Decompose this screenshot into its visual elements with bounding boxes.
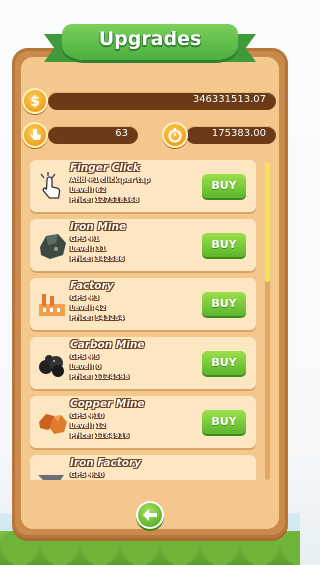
item-level: Level: 0 [70,363,102,371]
title-banner: Upgrades [44,18,256,62]
back-arrow-icon [143,509,157,521]
coal-icon [34,345,70,381]
copper-ore-icon [34,404,70,440]
item-price: Price: 342586 [70,255,125,263]
scrollbar[interactable] [265,162,270,480]
list-item-carbon-mine: Carbon Mine GPS +5 Level: 0 Price: 11245… [30,337,256,389]
dollar-coin-icon: $ [22,88,48,114]
scroll-thumb[interactable] [265,162,270,282]
back-button[interactable] [136,501,164,529]
item-effect: GPS +5 [70,353,100,361]
item-name: Copper Mine [70,398,145,410]
coins-value: 346331513.07 [192,94,266,105]
svg-text:$: $ [30,94,40,109]
list-item-factory: Factory GPS +3 Level: 42 Price: 543254 B… [30,278,256,330]
item-price: Price: 127518368 [70,196,139,204]
buy-button[interactable]: BUY [202,410,246,434]
list-item-finger-click: Finger Click Add +1 click per tap Level:… [30,160,256,212]
item-price: Price: 543254 [70,314,125,322]
list-item-iron-mine: Iron Mine GPS +1 Level: 31 Price: 342586… [30,219,256,271]
item-level: Level: 42 [70,304,106,312]
item-level: Level: 62 [70,186,106,194]
coins-bar: 346331513.07 [48,92,276,110]
hand-click-icon [22,122,48,148]
item-name: Iron Mine [70,221,127,233]
anvil-icon [34,463,70,480]
timer-value: 175383.00 [211,128,266,139]
list-item-copper-mine: Copper Mine GPS +10 Level: 12 Price: 116… [30,396,256,448]
item-effect: Add +1 click per tap [70,176,150,184]
stopwatch-icon [162,122,188,148]
finger-icon [34,168,70,204]
item-name: Iron Factory [70,457,141,469]
item-effect: GPS +1 [70,235,100,243]
item-price: Price: 1164916 [70,432,130,440]
item-effect: GPS +20 [70,471,104,479]
buy-button[interactable]: BUY [202,351,246,375]
clicks-value: 63 [115,128,128,139]
factory-icon [34,286,70,322]
upgrade-list[interactable]: Finger Click Add +1 click per tap Level:… [30,160,256,480]
buy-button[interactable]: BUY [202,292,246,316]
item-level: Level: 31 [70,245,106,253]
iron-ore-icon [34,227,70,263]
item-level: Level: 12 [70,422,106,430]
page-title: Upgrades [98,28,202,50]
item-effect: GPS +3 [70,294,100,302]
buy-button[interactable]: BUY [202,233,246,257]
item-name: Carbon Mine [70,339,145,351]
timer-bar: 175383.00 [186,126,276,144]
list-item-iron-factory: Iron Factory GPS +20 [30,455,256,480]
item-effect: GPS +10 [70,412,104,420]
item-name: Finger Click [70,162,140,174]
item-name: Factory [70,280,114,292]
clicks-bar: 63 [48,126,138,144]
buy-button[interactable]: BUY [202,174,246,198]
item-price: Price: 1124598 [70,373,130,381]
